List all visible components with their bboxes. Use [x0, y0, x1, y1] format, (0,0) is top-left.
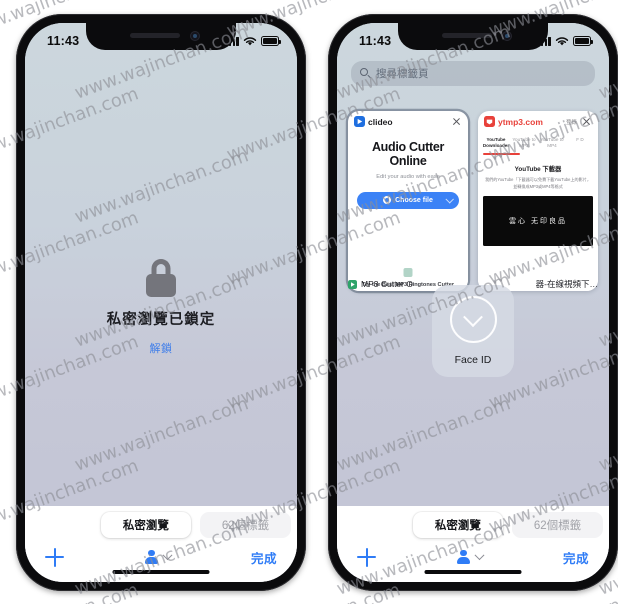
notch: [86, 23, 236, 50]
bottom-toolbar: 私密瀏覽 62個標籤 完成: [25, 506, 297, 582]
plus-icon-2[interactable]: [357, 547, 376, 567]
plus-icon[interactable]: [45, 547, 64, 567]
pill-private-browsing-2[interactable]: 私密瀏覽: [412, 512, 503, 538]
pill-tabs-count-2[interactable]: 62個標籤: [511, 512, 604, 538]
front-camera-icon-2: [502, 31, 512, 41]
screenshot-stage: 11:43 私密瀏覽已鎖定 解鎖 私密瀏覽 62個標籤 完成 11:43 搜尋標…: [0, 0, 618, 604]
tab-group-pills-2: 私密瀏覽 62個標籤: [337, 512, 609, 538]
chevron-down-icon: [463, 306, 483, 327]
home-indicator[interactable]: [112, 569, 210, 574]
profile-selector-2[interactable]: [456, 549, 485, 565]
tab-card-grid: clideo Audio Cutter Online Edit your aud…: [348, 111, 598, 291]
upload-dot-icon: [383, 196, 392, 205]
choose-file-label: Choose file: [395, 196, 433, 204]
search-icon: [360, 68, 371, 79]
tab-group-pills: 私密瀏覽 62個標籤: [25, 512, 297, 538]
toolbar-row: 完成: [25, 542, 297, 572]
person-icon-2: [456, 549, 471, 565]
face-id-prompt: Face ID: [432, 285, 514, 377]
private-browsing-locked-panel: 私密瀏覽已鎖定 解鎖: [25, 259, 297, 356]
site-name: clideo: [368, 116, 393, 127]
tab-title-ytmp3: 器-在線視頻下…: [535, 279, 598, 289]
page-heading-2: YouTube 下載器: [514, 165, 562, 173]
tab-card-header-2: ytmp3.com 登錄: [478, 111, 598, 132]
chevron-down-icon-2: [474, 549, 485, 560]
login-link[interactable]: 登錄: [566, 118, 577, 126]
close-icon-2[interactable]: [581, 116, 592, 127]
status-clock-2: 11:43: [359, 34, 392, 48]
toolbar-row-2: 完成: [337, 542, 609, 572]
battery-icon-2: [573, 36, 593, 46]
pill-private-browsing[interactable]: 私密瀏覽: [100, 512, 191, 538]
site-nav-tab-2[interactable]: YouTube to MP4: [538, 137, 566, 149]
face-id-label: Face ID: [454, 354, 492, 366]
ytmp3-logo-icon: [484, 116, 495, 127]
site-nav-tab-3[interactable]: F D: [566, 137, 594, 149]
chevron-down-icon: [162, 549, 173, 560]
locked-title: 私密瀏覽已鎖定: [106, 312, 216, 328]
home-indicator-2[interactable]: [424, 569, 522, 574]
tab-card-clideo[interactable]: clideo Audio Cutter Online Edit your aud…: [348, 111, 468, 291]
choose-file-button[interactable]: Choose file: [357, 191, 459, 209]
pill-tabs-count[interactable]: 62個標籤: [199, 512, 292, 538]
left-phone-frame: 11:43 私密瀏覽已鎖定 解鎖 私密瀏覽 62個標籤 完成: [16, 14, 306, 591]
site-brand: clideo: [354, 116, 393, 127]
status-clock: 11:43: [47, 34, 80, 48]
right-phone-frame: 11:43 搜尋標籤頁 clideo Audio Cutter Online E…: [328, 14, 618, 591]
done-button[interactable]: 完成: [251, 548, 277, 567]
clideo-logo-icon: [354, 116, 365, 127]
person-icon: [144, 549, 159, 565]
lock-closed-icon: [146, 259, 176, 297]
chevron-down-icon: [445, 195, 454, 204]
tab-card-content-2: YouTube Downloader YouTube to MP3 YouTub…: [478, 132, 598, 291]
right-phone-screen: 11:43 搜尋標籤頁 clideo Audio Cutter Online E…: [337, 23, 609, 582]
unlock-button[interactable]: 解鎖: [25, 340, 297, 356]
play-badge-icon: [403, 268, 413, 277]
done-button-2[interactable]: 完成: [563, 548, 589, 567]
bottom-toolbar-2: 私密瀏覽 62個標籤 完成: [337, 506, 609, 582]
mp3-cutter-favicon-icon: [348, 279, 357, 289]
site-nav-tab-1[interactable]: YouTube to MP3: [510, 137, 538, 149]
video-caption: 雲心 无印良品: [509, 218, 567, 226]
wifi-icon: [243, 36, 257, 45]
face-id-ring: [449, 296, 497, 343]
earpiece-speaker-2: [442, 33, 492, 38]
notch-2: [398, 23, 548, 50]
close-icon[interactable]: [451, 116, 462, 127]
page-subheading: Edit your audio with ease: [376, 173, 440, 180]
site-name-2: ytmp3.com: [498, 116, 543, 127]
wifi-icon-2: [555, 36, 569, 45]
site-brand-2: ytmp3.com: [484, 116, 543, 127]
search-placeholder: 搜尋標籤頁: [376, 68, 429, 80]
page-paragraph: 我們的YouTube「下載器可以免費下載YouTube上的影片，並轉換成MP3或…: [485, 176, 591, 189]
tab-card-ytmp3[interactable]: ytmp3.com 登錄 YouTube Downloader YouTube …: [478, 111, 598, 291]
tab-card-header-right: 登錄: [566, 116, 592, 127]
active-tab-underline: [483, 153, 521, 155]
site-nav-tab-0[interactable]: YouTube Downloader: [482, 137, 510, 149]
battery-icon: [261, 36, 281, 46]
tab-title-clideo: MP3 Cutter O: [361, 279, 413, 289]
search-input[interactable]: 搜尋標籤頁: [351, 61, 595, 86]
earpiece-speaker: [130, 33, 180, 38]
left-phone-screen: 11:43 私密瀏覽已鎖定 解鎖 私密瀏覽 62個標籤 完成: [25, 23, 297, 582]
page-heading: Audio Cutter Online: [371, 140, 445, 169]
site-nav-tabs: YouTube Downloader YouTube to MP3 YouTub…: [478, 132, 598, 149]
tab-card-content: Audio Cutter Online Edit your audio with…: [348, 132, 468, 291]
video-thumbnail: 雲心 无印良品: [483, 196, 593, 247]
front-camera-icon: [190, 31, 200, 41]
profile-selector[interactable]: [144, 549, 173, 565]
tab-card-header: clideo: [348, 111, 468, 132]
